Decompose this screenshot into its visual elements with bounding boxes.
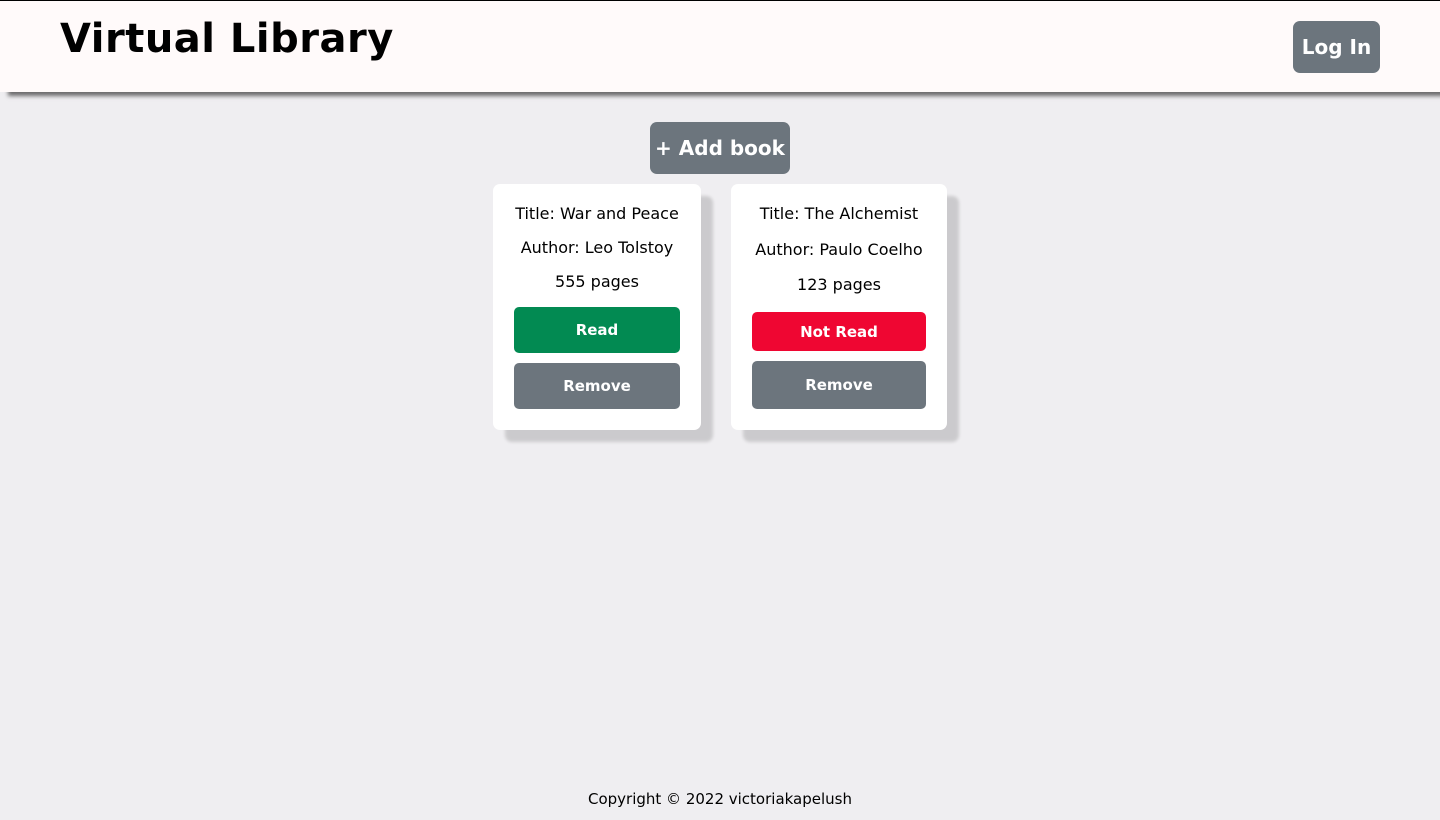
app-title: Virtual Library [60, 16, 394, 62]
book-card: Title: War and Peace Author: Leo Tolstoy… [493, 184, 701, 430]
remove-book-button[interactable]: Remove [752, 361, 926, 409]
login-button[interactable]: Log In [1293, 21, 1380, 73]
book-card: Title: The Alchemist Author: Paulo Coelh… [731, 184, 947, 430]
book-author: Author: Paulo Coelho [755, 240, 923, 259]
remove-book-button[interactable]: Remove [514, 363, 680, 409]
book-pages: 555 pages [555, 272, 639, 291]
read-status-button[interactable]: Read [514, 307, 680, 353]
add-book-button[interactable]: + Add book [650, 122, 790, 174]
site-header: Virtual Library Log In [0, 0, 1440, 92]
book-title: Title: War and Peace [515, 204, 679, 223]
book-pages: 123 pages [797, 275, 881, 294]
book-title: Title: The Alchemist [759, 204, 919, 223]
footer-copyright: Copyright © 2022 victoriakapelush [587, 790, 852, 808]
book-author: Author: Leo Tolstoy [520, 238, 674, 257]
read-status-button[interactable]: Not Read [752, 312, 926, 351]
